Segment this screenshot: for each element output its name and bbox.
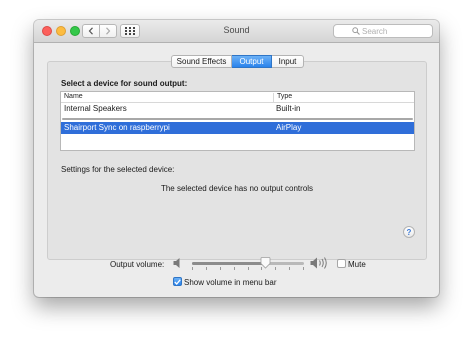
column-header-type[interactable]: Type: [273, 93, 292, 102]
tab-input[interactable]: Input: [272, 55, 304, 68]
volume-slider-ticks: [192, 267, 304, 271]
search-icon: [352, 27, 360, 35]
output-device-heading: Select a device for sound output:: [61, 79, 188, 88]
mute-checkbox[interactable]: [337, 259, 346, 268]
volume-slider-fill: [192, 262, 266, 265]
checkmark-icon: [174, 278, 181, 285]
output-panel: Select a device for sound output: Name T…: [47, 61, 427, 260]
device-settings-label: Settings for the selected device:: [61, 165, 175, 174]
tab-bar: Sound Effects Output Input: [171, 55, 304, 68]
tab-sound-effects[interactable]: Sound Effects: [171, 55, 232, 68]
show-volume-menu-label[interactable]: Show volume in menu bar: [184, 278, 277, 287]
speaker-high-icon: [310, 257, 327, 269]
table-row-selected[interactable]: Shairport Sync on raspberrypi AirPlay: [61, 122, 414, 134]
volume-slider-thumb[interactable]: [260, 257, 271, 269]
search-field[interactable]: Search: [333, 24, 433, 38]
table-header: Name Type: [61, 92, 414, 103]
device-type: Built-in: [276, 104, 301, 113]
table-row[interactable]: Internal Speakers Built-in: [61, 103, 414, 115]
title-bar: Sound Search: [34, 20, 439, 43]
help-button[interactable]: ?: [403, 226, 415, 238]
device-name: Internal Speakers: [64, 104, 127, 113]
tab-output[interactable]: Output: [232, 55, 272, 68]
volume-slider-track[interactable]: [192, 262, 304, 265]
search-placeholder: Search: [362, 26, 388, 36]
column-header-name[interactable]: Name: [64, 93, 83, 100]
table-divider: [62, 118, 413, 120]
output-device-table[interactable]: Name Type Internal Speakers Built-in Sha…: [60, 91, 415, 151]
speaker-low-icon: [173, 258, 180, 268]
sound-preferences-window: Sound Search Select a device for sound o…: [34, 20, 439, 297]
mute-label[interactable]: Mute: [348, 260, 366, 269]
output-volume-label: Output volume:: [110, 260, 165, 269]
device-type: AirPlay: [276, 123, 302, 132]
device-name: Shairport Sync on raspberrypi: [64, 123, 170, 132]
no-controls-message: The selected device has no output contro…: [160, 184, 314, 193]
show-volume-menu-checkbox[interactable]: [173, 277, 182, 286]
